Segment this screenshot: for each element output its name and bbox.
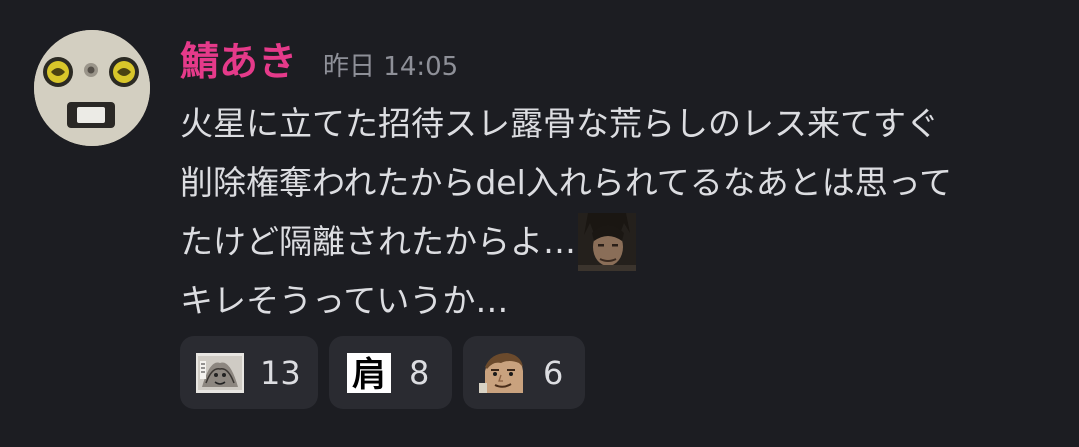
- message-header: 鯖あき 昨日 14:05: [180, 38, 458, 88]
- author-avatar[interactable]: [34, 30, 150, 146]
- reaction-count: 13: [260, 353, 301, 392]
- kanji-kata-icon: 肩: [345, 352, 393, 393]
- reaction-manga-panel[interactable]: 13: [180, 336, 318, 409]
- message-line: キレそうっていうか…: [180, 281, 509, 320]
- anime-face-icon: [479, 352, 527, 393]
- message-content: 火星に立てた招待スレ露骨な荒らしのレス来てすぐ 削除権奪われたからdel入れられ…: [180, 94, 1060, 330]
- message-timestamp: 昨日 14:05: [323, 52, 459, 82]
- reaction-kanji-kata[interactable]: 肩 8: [329, 336, 452, 409]
- reaction-count: 8: [409, 353, 430, 392]
- message-line: 削除権奪われたからdel入れられてるなあとは思って: [180, 163, 953, 202]
- reaction-anime-face[interactable]: 6: [463, 336, 585, 409]
- reactions-bar: 13 肩 8 6: [180, 336, 585, 409]
- manga-panel-icon: [196, 352, 244, 393]
- message-line-with-emoji: たけど隔離されたからよ…: [180, 212, 1060, 271]
- robot-face-avatar-icon: [34, 30, 150, 146]
- chat-message: 鯖あき 昨日 14:05 火星に立てた招待スレ露骨な荒らしのレス来てすぐ 削除権…: [0, 0, 1079, 447]
- message-line-text: たけど隔離されたからよ…: [180, 222, 576, 261]
- message-line: 火星に立てた招待スレ露骨な荒らしのレス来てすぐ: [180, 104, 939, 143]
- dark-haired-man-face-icon: [578, 212, 636, 271]
- author-name[interactable]: 鯖あき: [180, 38, 297, 88]
- kanji-glyph: 肩: [352, 355, 386, 393]
- reaction-count: 6: [543, 353, 564, 392]
